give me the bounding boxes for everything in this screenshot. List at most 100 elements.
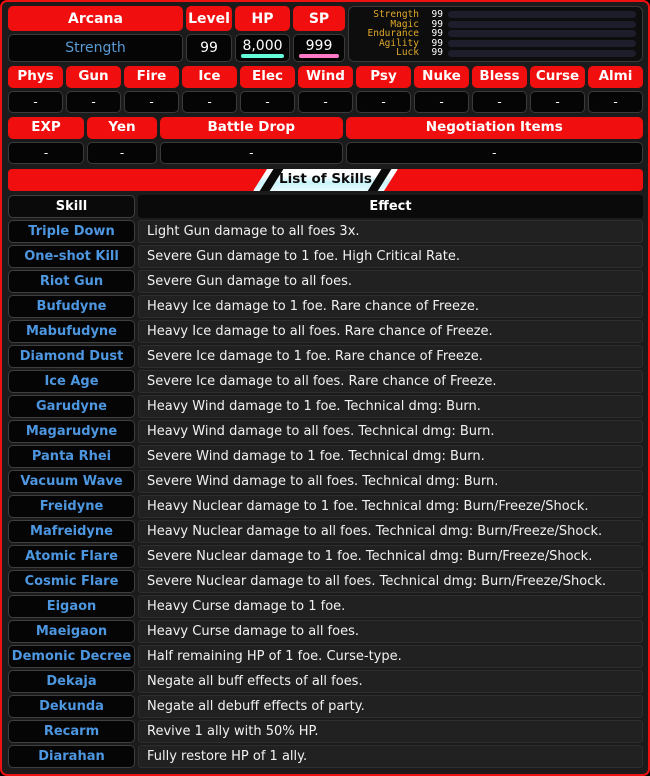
sp-gauge-bar xyxy=(299,54,339,58)
reward-column-battle-drop: Battle Drop - xyxy=(160,117,343,164)
stat-gauge-track xyxy=(448,20,636,28)
reward-header: Negotiation Items xyxy=(345,117,643,139)
affinity-value: - xyxy=(240,91,295,113)
level-field: Level 99 xyxy=(186,6,232,62)
hp-field: HP 8,000 xyxy=(235,6,290,62)
summary-section: Arcana Strength Level 99 HP 8,000 SP 999… xyxy=(8,6,643,62)
affinity-value: - xyxy=(588,91,643,113)
skill-row: Garudyne Heavy Wind damage to 1 foe. Tech… xyxy=(8,395,643,418)
skill-row: Panta Rhei Severe Wind damage to 1 foe. T… xyxy=(8,445,643,468)
skill-row: Dekaja Negate all buff effects of all foe… xyxy=(8,670,643,693)
skill-name: Magarudyne xyxy=(8,420,135,443)
skill-effect: Heavy Nuclear damage to all foes. Techni… xyxy=(138,520,643,543)
skill-name: Eigaon xyxy=(8,595,135,618)
skill-row: Ice Age Severe Ice damage to all foes. Ra… xyxy=(8,370,643,393)
affinity-value: - xyxy=(124,91,179,113)
level-value-text: 99 xyxy=(200,40,218,56)
skill-effect: Severe Ice damage to all foes. Rare chan… xyxy=(138,370,643,393)
skill-effect: Half remaining HP of 1 foe. Curse-type. xyxy=(138,645,643,668)
sp-field: SP 999 xyxy=(293,6,345,62)
stats-panel: Strength 99 Magic 99 Endurance 99 Agility 99 Luc… xyxy=(348,6,643,62)
stat-row: Luck 99 xyxy=(353,48,636,58)
skill-name: Recarm xyxy=(8,720,135,743)
skill-effect: Heavy Ice damage to 1 foe. Rare chance o… xyxy=(138,295,643,318)
skill-name: Panta Rhei xyxy=(8,445,135,468)
skill-row: Atomic Flare Severe Nuclear damage to 1 f… xyxy=(8,545,643,568)
affinity-column-bless: Bless - xyxy=(472,66,527,113)
skill-effect: Heavy Ice damage to all foes. Rare chanc… xyxy=(138,320,643,343)
skill-name: Bufudyne xyxy=(8,295,135,318)
skill-effect: Heavy Wind damage to 1 foe. Technical dm… xyxy=(138,395,643,418)
skill-row: Vacuum Wave Severe Wind damage to all foe… xyxy=(8,470,643,493)
affinity-column-almi: Almi - xyxy=(588,66,643,113)
skill-effect: Heavy Curse damage to all foes. xyxy=(138,620,643,643)
skill-row: Eigaon Heavy Curse damage to 1 foe. xyxy=(8,595,643,618)
skill-effect: Severe Gun damage to all foes. xyxy=(138,270,643,293)
affinity-value: - xyxy=(182,91,237,113)
skill-row: Triple Down Light Gun damage to all foes … xyxy=(8,220,643,243)
affinity-header: Bless xyxy=(472,66,527,88)
skills-table-header: Skill Effect xyxy=(8,195,643,218)
stat-name: Luck xyxy=(396,47,419,59)
skill-effect: Severe Nuclear damage to 1 foe. Technica… xyxy=(138,545,643,568)
skill-name: Mabufudyne xyxy=(8,320,135,343)
hp-value-text: 8,000 xyxy=(242,37,283,54)
reward-value: - xyxy=(345,142,643,164)
reward-header: Yen xyxy=(87,117,157,139)
skill-name: Cosmic Flare xyxy=(8,570,135,593)
affinity-value: - xyxy=(66,91,121,113)
skill-name: Diarahan xyxy=(8,745,135,768)
skill-effect: Severe Ice damage to 1 foe. Rare chance … xyxy=(138,345,643,368)
arcana-value-text: Strength xyxy=(65,40,126,56)
hp-value: 8,000 xyxy=(235,34,290,62)
skill-row: Demonic Decree Half remaining HP of 1 foe… xyxy=(8,645,643,668)
skill-row: Riot Gun Severe Gun damage to all foes. xyxy=(8,270,643,293)
skill-name: Dekunda xyxy=(8,695,135,718)
affinity-header: Nuke xyxy=(414,66,469,88)
skill-row: Recarm Revive 1 ally with 50% HP. xyxy=(8,720,643,743)
skill-effect: Revive 1 ally with 50% HP. xyxy=(138,720,643,743)
affinity-column-phys: Phys - xyxy=(8,66,63,113)
reward-value: - xyxy=(8,142,84,164)
skill-effect: Severe Wind damage to all foes. Technica… xyxy=(138,470,643,493)
affinity-header: Wind xyxy=(298,66,353,88)
affinity-column-ice: Ice - xyxy=(182,66,237,113)
skill-effect: Heavy Wind damage to all foes. Technical… xyxy=(138,420,643,443)
sp-value-text: 999 xyxy=(305,37,333,54)
hp-header: HP xyxy=(235,6,290,31)
skill-effect: Negate all debuff effects of party. xyxy=(138,695,643,718)
skill-row: Bufudyne Heavy Ice damage to 1 foe. Rare … xyxy=(8,295,643,318)
affinity-header: Ice xyxy=(182,66,237,88)
skill-effect: Heavy Nuclear damage to 1 foe. Technical… xyxy=(138,495,643,518)
level-header: Level xyxy=(186,6,232,31)
stat-gauge-track xyxy=(448,11,636,19)
skill-row: Maeigaon Heavy Curse damage to all foes. xyxy=(8,620,643,643)
skill-row: One-shot Kill Severe Gun damage to 1 foe.… xyxy=(8,245,643,268)
skill-row: Diamond Dust Severe Ice damage to 1 foe. … xyxy=(8,345,643,368)
skill-effect: Light Gun damage to all foes 3x. xyxy=(138,220,643,243)
skill-name: Atomic Flare xyxy=(8,545,135,568)
level-value: 99 xyxy=(186,34,232,62)
reward-column-yen: Yen - xyxy=(87,117,157,164)
skill-effect: Severe Gun damage to 1 foe. High Critica… xyxy=(138,245,643,268)
affinity-column-fire: Fire - xyxy=(124,66,179,113)
affinity-column-psy: Psy - xyxy=(356,66,411,113)
skills-banner: List of Skills xyxy=(8,169,643,191)
affinity-header: Elec xyxy=(240,66,295,88)
skill-effect: Severe Nuclear damage to all foes. Techn… xyxy=(138,570,643,593)
reward-header: EXP xyxy=(8,117,84,139)
skill-row: Magarudyne Heavy Wind damage to all foes.… xyxy=(8,420,643,443)
affinity-value: - xyxy=(530,91,585,113)
arcana-field: Arcana Strength xyxy=(8,6,183,62)
skills-header-effect: Effect xyxy=(138,195,643,218)
skill-row: Mabufudyne Heavy Ice damage to all foes. … xyxy=(8,320,643,343)
sp-header: SP xyxy=(293,6,345,31)
reward-value: - xyxy=(160,142,343,164)
skill-name: Triple Down xyxy=(8,220,135,243)
skills-row-container: Triple Down Light Gun damage to all foes … xyxy=(8,220,643,768)
skills-banner-plate: List of Skills xyxy=(253,169,398,191)
affinity-header: Phys xyxy=(8,66,63,88)
sp-value: 999 xyxy=(293,34,345,62)
affinity-column-elec: Elec - xyxy=(240,66,295,113)
skill-row: Dekunda Negate all debuff effects of part… xyxy=(8,695,643,718)
